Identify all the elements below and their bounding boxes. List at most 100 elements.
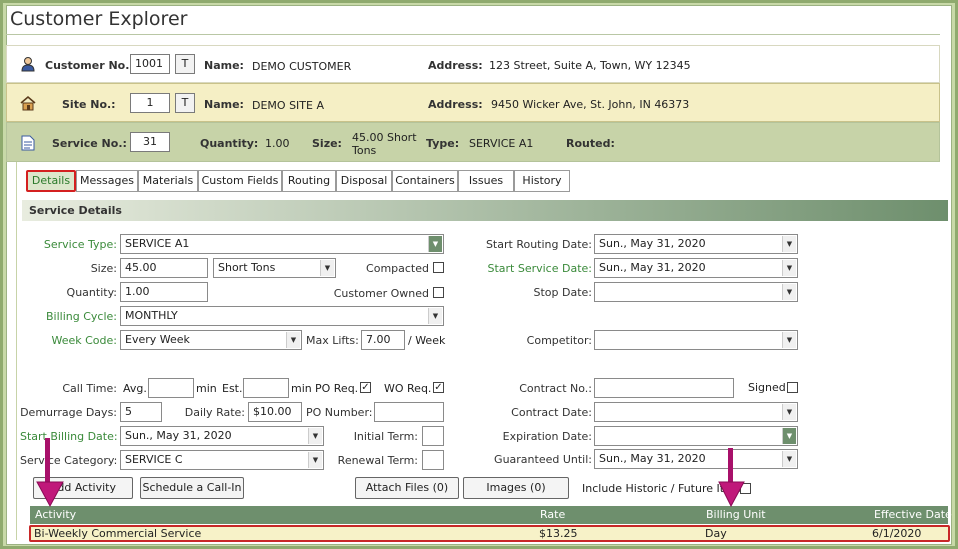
tab-custom-fields[interactable]: Custom Fields — [198, 170, 282, 192]
service-size-label: Size: — [312, 137, 342, 150]
attach-files-button[interactable]: Attach Files (0) — [355, 477, 459, 499]
annotation-arrow-icon — [36, 438, 64, 508]
chevron-down-icon[interactable]: ▼ — [308, 452, 322, 468]
expiration-date-select[interactable]: ▼ — [594, 426, 798, 446]
tab-materials[interactable]: Materials — [138, 170, 198, 192]
customer-t-button[interactable]: T — [175, 54, 195, 74]
max-lifts-unit: / Week — [408, 334, 446, 347]
customer-owned-checkbox[interactable] — [433, 287, 444, 298]
guaranteed-until-select[interactable]: Sun., May 31, 2020 ▼ — [594, 449, 798, 469]
start-billing-date-label: Start Billing Date: — [20, 430, 118, 443]
size-label: Size: — [90, 262, 117, 275]
service-category-select[interactable]: SERVICE C ▼ — [120, 450, 324, 470]
week-code-label: Week Code: — [51, 334, 117, 347]
user-icon — [21, 57, 35, 72]
call-time-avg-input[interactable] — [148, 378, 194, 398]
contract-no-input[interactable] — [594, 378, 734, 398]
start-service-date-value: Sun., May 31, 2020 — [599, 261, 706, 274]
demurrage-days-label: Demurrage Days: — [20, 406, 117, 419]
customer-number-field[interactable]: 1001 — [130, 54, 170, 74]
chevron-down-icon[interactable]: ▼ — [782, 451, 796, 467]
chevron-down-icon[interactable]: ▼ — [782, 284, 796, 300]
chevron-down-icon[interactable]: ▼ — [428, 308, 442, 324]
start-billing-date-select[interactable]: Sun., May 31, 2020 ▼ — [120, 426, 324, 446]
renewal-term-input[interactable] — [422, 450, 444, 470]
chevron-down-icon[interactable]: ▼ — [428, 236, 442, 252]
tab-history[interactable]: History — [514, 170, 570, 192]
chevron-down-icon[interactable]: ▼ — [782, 236, 796, 252]
quantity-label: Quantity: — [66, 286, 117, 299]
service-size-line2: Tons — [352, 144, 377, 157]
customer-number-label: Customer No.: — [45, 59, 134, 72]
service-type-value: SERVICE A1 — [125, 237, 190, 250]
column-activity[interactable]: Activity — [35, 506, 76, 524]
schedule-call-in-button[interactable]: Schedule a Call-In — [140, 477, 244, 499]
service-type-select[interactable]: SERVICE A1 ▼ — [120, 234, 444, 254]
daily-rate-label: Daily Rate: — [184, 406, 245, 419]
tab-messages[interactable]: Messages — [76, 170, 138, 192]
call-time-est-input[interactable] — [243, 378, 289, 398]
tab-disposal[interactable]: Disposal — [336, 170, 392, 192]
chevron-down-icon[interactable]: ▼ — [782, 332, 796, 348]
competitor-select[interactable]: ▼ — [594, 330, 798, 350]
billing-unit-cell: Day — [705, 527, 727, 540]
start-routing-date-label: Start Routing Date: — [485, 238, 592, 251]
chevron-down-icon[interactable]: ▼ — [308, 428, 322, 444]
chevron-down-icon[interactable]: ▼ — [782, 428, 796, 444]
start-billing-date-value: Sun., May 31, 2020 — [125, 429, 232, 442]
column-rate[interactable]: Rate — [540, 506, 565, 524]
customer-address: 123 Street, Suite A, Town, WY 12345 — [489, 59, 691, 72]
start-service-date-select[interactable]: Sun., May 31, 2020 ▼ — [594, 258, 798, 278]
site-t-button[interactable]: T — [175, 93, 195, 113]
service-quantity-label: Quantity: — [200, 137, 259, 150]
initial-term-input[interactable] — [422, 426, 444, 446]
compacted-checkbox[interactable] — [433, 262, 444, 273]
tab-issues[interactable]: Issues — [458, 170, 514, 192]
images-button[interactable]: Images (0) — [463, 477, 569, 499]
activity-table-header: Activity Rate Billing Unit Effective Dat… — [30, 506, 952, 524]
site-address-label: Address: — [428, 98, 483, 111]
effective-date-cell: 6/1/2020 — [872, 527, 922, 540]
size-unit-select[interactable]: Short Tons ▼ — [213, 258, 336, 278]
site-number-field[interactable]: 1 — [130, 93, 170, 113]
initial-term-label: Initial Term: — [353, 430, 418, 443]
po-number-input[interactable] — [374, 402, 444, 422]
guaranteed-until-label: Guaranteed Until: — [494, 453, 592, 466]
size-unit-value: Short Tons — [218, 261, 276, 274]
site-name: DEMO SITE A — [252, 99, 324, 112]
service-number-field[interactable]: 31 — [130, 132, 170, 152]
demurrage-days-input[interactable]: 5 — [120, 402, 162, 422]
billing-cycle-select[interactable]: MONTHLY ▼ — [120, 306, 444, 326]
wo-req-checkbox[interactable]: ✓ — [433, 382, 444, 393]
start-service-date-label: Start Service Date: — [487, 262, 592, 275]
start-routing-date-select[interactable]: Sun., May 31, 2020 ▼ — [594, 234, 798, 254]
contract-no-label: Contract No.: — [519, 382, 592, 395]
chevron-down-icon[interactable]: ▼ — [782, 404, 796, 420]
house-icon — [20, 95, 36, 111]
tab-containers[interactable]: Containers — [392, 170, 458, 192]
po-req-checkbox[interactable]: ✓ — [360, 382, 371, 393]
chevron-down-icon[interactable]: ▼ — [286, 332, 300, 348]
signed-checkbox[interactable] — [787, 382, 798, 393]
call-time-est-label: Est. — [222, 382, 243, 395]
call-time-min-label: min — [196, 382, 217, 395]
table-row[interactable]: Bi-Weekly Commercial Service $13.25 Day … — [29, 525, 950, 542]
tab-details[interactable]: Details — [26, 170, 76, 192]
size-input[interactable]: 45.00 — [120, 258, 208, 278]
chevron-down-icon[interactable]: ▼ — [782, 260, 796, 276]
week-code-select[interactable]: Every Week ▼ — [120, 330, 302, 350]
daily-rate-input[interactable]: $10.00 — [248, 402, 302, 422]
customer-name: DEMO CUSTOMER — [252, 60, 352, 73]
contract-date-label: Contract Date: — [511, 406, 592, 419]
column-effective-date[interactable]: Effective Date — [874, 506, 952, 524]
quantity-input[interactable]: 1.00 — [120, 282, 208, 302]
service-type-label: Type: — [426, 137, 460, 150]
service-category-value: SERVICE C — [125, 453, 183, 466]
chevron-down-icon[interactable]: ▼ — [320, 260, 334, 276]
column-billing-unit[interactable]: Billing Unit — [706, 506, 766, 524]
max-lifts-input[interactable]: 7.00 — [361, 330, 405, 350]
customer-owned-label: Customer Owned — [333, 287, 429, 300]
stop-date-select[interactable]: ▼ — [594, 282, 798, 302]
contract-date-select[interactable]: ▼ — [594, 402, 798, 422]
tab-routing[interactable]: Routing — [282, 170, 336, 192]
